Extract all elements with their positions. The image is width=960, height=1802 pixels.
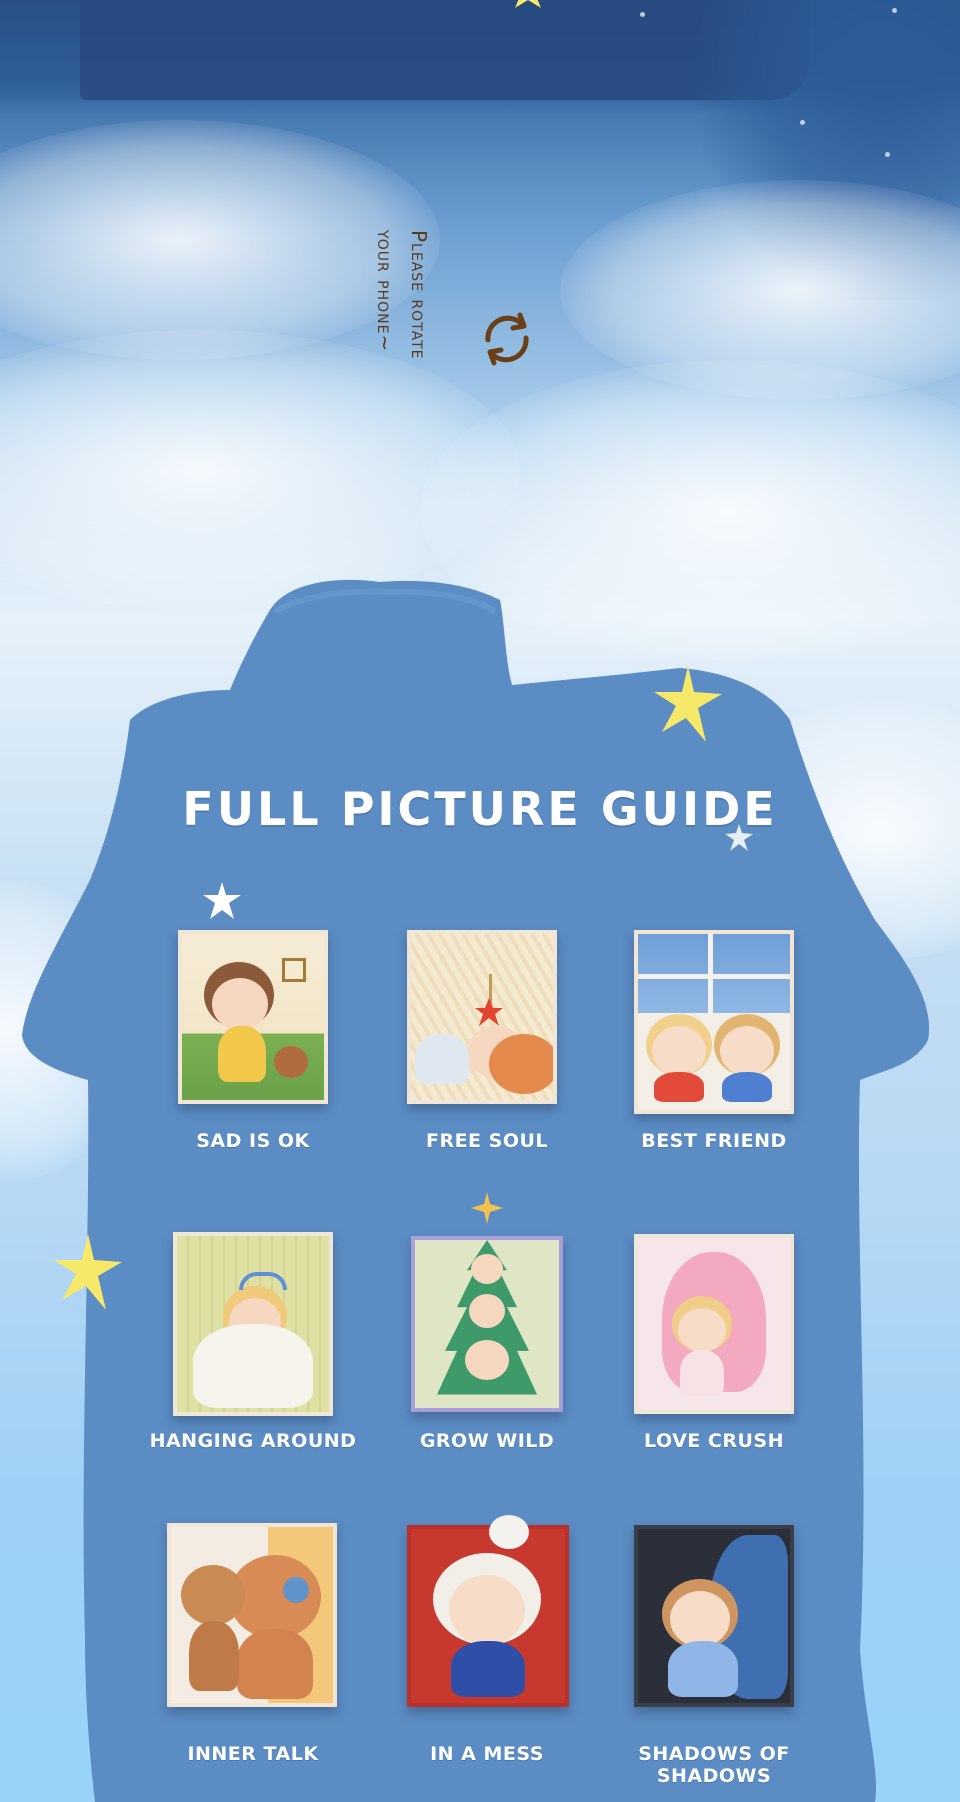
figure-label: BEST FRIEND [641,1130,787,1152]
figure-label: SAD IS OK [196,1130,310,1152]
figure-label: IN A MESS [430,1743,544,1765]
figure-label: HANGING AROUND [149,1430,357,1452]
figure-card[interactable]: IN A MESS [377,1515,597,1775]
figure-box-image [407,930,557,1104]
bird-icon [489,1515,529,1549]
figure-card[interactable]: FREE SOUL [377,930,597,1160]
figure-label: GROW WILD [419,1430,555,1452]
star-icon [203,882,241,919]
figure-box-image [634,1525,794,1707]
figure-box-image [407,1525,569,1707]
figure-box-image [634,930,794,1114]
figure-card[interactable]: BEST FRIEND [604,930,824,1160]
figure-box-image [178,930,328,1104]
figure-label: SHADOWS OF SHADOWS [638,1743,790,1787]
figure-box-image [634,1234,794,1414]
figure-card[interactable]: LOVE CRUSH [604,1190,824,1460]
figure-box-image [167,1523,337,1707]
figure-card[interactable]: SHADOWS OF SHADOWS [604,1515,824,1787]
page-background: Please rotate your phone~ FULL PICTURE G… [0,0,960,1802]
page-title: FULL PICTURE GUIDE [182,782,778,836]
star-icon [654,666,722,742]
figure-card[interactable]: INNER TALK [143,1515,363,1775]
figure-box-image [411,1236,563,1412]
star-icon [54,1234,122,1310]
star-icon [471,1192,503,1224]
figure-card[interactable]: GROW WILD [377,1190,597,1460]
figure-label: INNER TALK [187,1743,319,1765]
figure-label: LOVE CRUSH [644,1430,784,1452]
figure-label: FREE SOUL [425,1130,549,1152]
figure-box-image [173,1232,333,1416]
figure-card[interactable]: SAD IS OK [143,930,363,1160]
figure-card[interactable]: HANGING AROUND [143,1190,363,1460]
